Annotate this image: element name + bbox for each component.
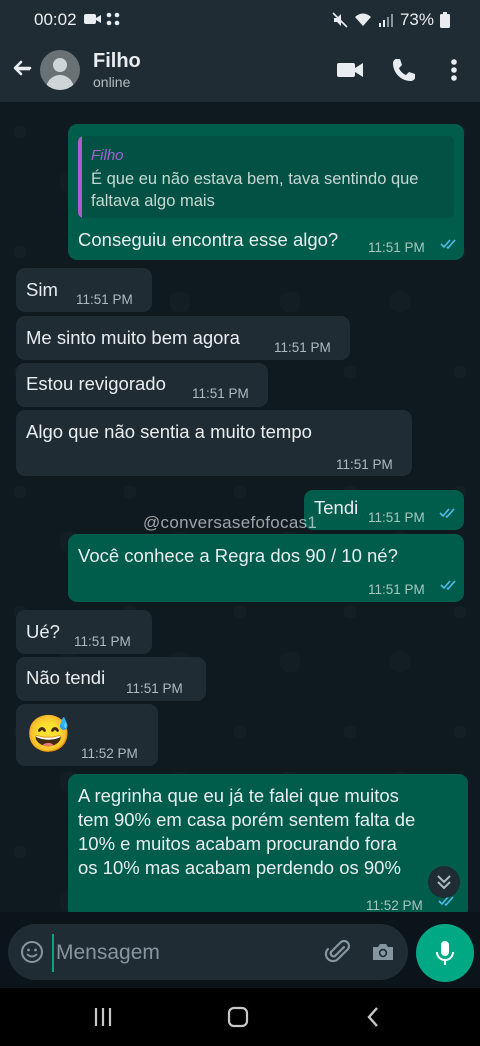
recent-apps-icon[interactable]	[92, 1006, 114, 1028]
message-bubble-incoming[interactable]: Ué? 11:51 PM	[16, 610, 152, 654]
camera-icon[interactable]	[370, 939, 396, 965]
more-options-icon[interactable]	[440, 56, 468, 84]
message-time: 11:51 PM	[74, 634, 131, 649]
message-text: Me sinto muito bem agora	[26, 327, 240, 348]
read-ticks-icon	[439, 508, 455, 519]
message-text: Ué?	[26, 621, 60, 642]
contact-status: online	[93, 74, 131, 90]
microphone-icon	[436, 941, 454, 965]
emoji-icon[interactable]	[20, 940, 44, 964]
message-bubble-outgoing[interactable]: Filho É que eu não estava bem, tava sent…	[68, 124, 464, 260]
quote-text: É que eu não estava bem, tava sentindo q…	[91, 170, 419, 210]
message-text: Sim	[26, 279, 58, 300]
wifi-icon	[354, 13, 371, 26]
avatar-body	[46, 75, 74, 90]
status-left-icons	[84, 12, 120, 29]
composer-bar	[0, 912, 480, 988]
signal-icon	[378, 14, 393, 27]
watermark: @conversasefofocas1	[143, 513, 318, 532]
back-nav-icon[interactable]	[364, 1005, 382, 1029]
quote-author: Filho	[91, 147, 124, 164]
read-ticks-icon	[440, 239, 456, 250]
home-icon[interactable]	[226, 1005, 250, 1029]
system-nav-bar	[0, 988, 480, 1046]
message-text: A regrinha que eu já te falei que muitos…	[78, 785, 416, 878]
message-time: 11:51 PM	[76, 292, 133, 307]
message-input-box[interactable]	[8, 924, 408, 980]
mute-icon	[332, 12, 348, 28]
quote-bar	[78, 136, 82, 218]
message-bubble-outgoing[interactable]: Tendi 11:51 PM	[304, 490, 464, 530]
message-bubble-incoming[interactable]: Algo que não sentia a muito tempo 11:51 …	[16, 410, 412, 476]
message-bubble-outgoing[interactable]: Você conhece a Regra dos 90 / 10 né? 11:…	[68, 534, 464, 602]
message-bubble-incoming[interactable]: Me sinto muito bem agora 11:51 PM	[16, 316, 350, 360]
quoted-message[interactable]: Filho É que eu não estava bem, tava sent…	[78, 136, 454, 218]
message-time: 11:51 PM	[368, 240, 425, 255]
avatar-head	[53, 58, 67, 72]
message-bubble-incoming[interactable]: Sim 11:51 PM	[16, 268, 152, 312]
message-input[interactable]	[52, 934, 308, 972]
message-time: 11:51 PM	[274, 340, 331, 355]
message-text: Você conhece a Regra dos 90 / 10 né?	[78, 545, 398, 566]
message-time: 11:51 PM	[368, 582, 425, 597]
chat-header: Filho online	[0, 38, 480, 102]
status-bar: 00:02 73%	[0, 0, 480, 38]
voice-message-button[interactable]	[416, 924, 474, 982]
back-arrow-icon[interactable]	[8, 56, 34, 82]
emoji-sweat-smile: 😅	[26, 713, 71, 754]
message-time: 11:52 PM	[81, 746, 138, 761]
message-text: Estou revigorado	[26, 373, 166, 394]
double-chevron-down-icon	[437, 875, 451, 890]
message-time: 11:51 PM	[126, 681, 183, 696]
message-time: 11:51 PM	[336, 457, 393, 472]
message-text: Não tendi	[26, 667, 106, 688]
contact-name[interactable]: Filho	[93, 50, 141, 73]
video-call-icon[interactable]	[336, 56, 364, 84]
status-right: 73%	[332, 10, 450, 30]
scroll-to-bottom-button[interactable]	[428, 866, 460, 898]
chat-area[interactable]: Filho É que eu não estava bem, tava sent…	[0, 102, 480, 986]
message-bubble-incoming[interactable]: Não tendi 11:51 PM	[16, 657, 206, 701]
read-ticks-icon	[440, 580, 456, 591]
grid-icon	[106, 12, 119, 26]
video-record-icon	[84, 14, 101, 24]
message-text: Conseguiu encontra esse algo?	[78, 229, 339, 250]
battery-icon	[440, 12, 450, 28]
message-time: 11:51 PM	[192, 386, 249, 401]
avatar[interactable]	[40, 50, 80, 90]
voice-call-icon[interactable]	[390, 56, 418, 84]
message-bubble-outgoing[interactable]: A regrinha que eu já te falei que muitos…	[68, 774, 468, 918]
battery-percent: 73%	[399, 10, 434, 29]
message-text: Algo que não sentia a muito tempo	[26, 421, 312, 442]
message-text: Tendi	[314, 497, 359, 518]
status-time: 00:02	[34, 10, 77, 29]
message-time: 11:51 PM	[368, 510, 425, 525]
attach-icon[interactable]	[324, 938, 352, 966]
message-bubble-incoming[interactable]: Estou revigorado 11:51 PM	[16, 363, 268, 407]
message-bubble-incoming[interactable]: 😅 11:52 PM	[16, 704, 158, 766]
